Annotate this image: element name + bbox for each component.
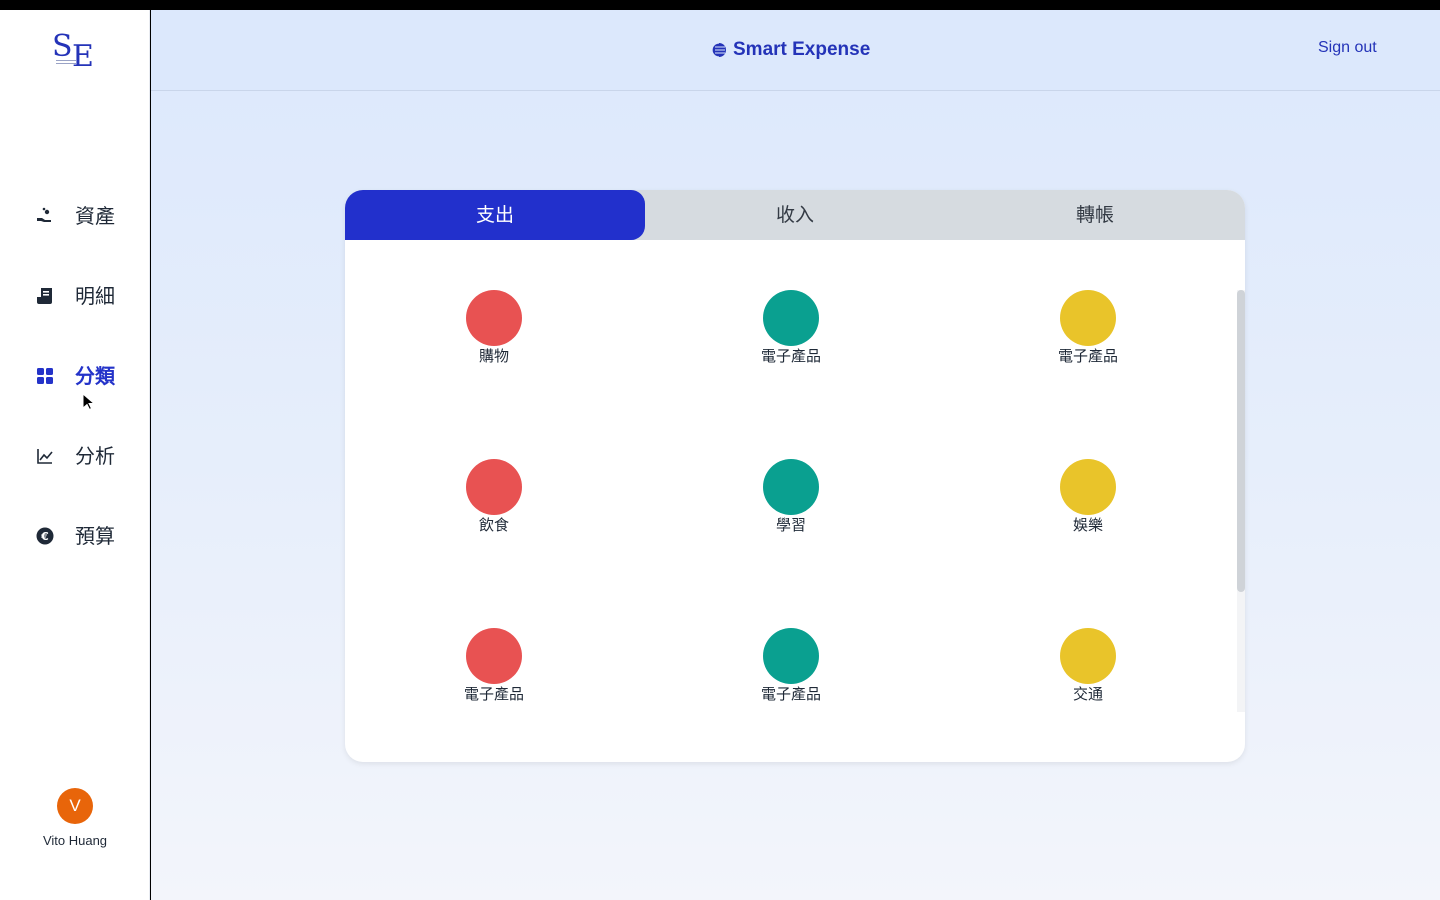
- category-name: 電子產品: [760, 347, 821, 365]
- brand-name: Smart Expense: [733, 39, 871, 60]
- category-item[interactable]: 娛樂: [1028, 459, 1148, 539]
- category-color-dot: [1060, 459, 1116, 515]
- app-logo[interactable]: S E: [52, 32, 98, 74]
- category-card: 支出 收入 轉帳 購物 電子產品 電子產品 飲食 學習 娛樂 電子產品 電子產品…: [345, 190, 1245, 762]
- scrollbar-thumb[interactable]: [1237, 290, 1245, 592]
- tab-transfer[interactable]: 轉帳: [945, 190, 1245, 240]
- sidebar-item-label: 明細: [75, 284, 115, 308]
- grid-icon: [35, 366, 55, 386]
- sidebar-item-label: 預算: [75, 524, 115, 548]
- category-grid: 購物 電子產品 電子產品 飲食 學習 娛樂 電子產品 電子產品 交通: [345, 240, 1235, 712]
- tab-expense[interactable]: 支出: [345, 190, 645, 240]
- sidebar-item-details[interactable]: 明細: [0, 276, 150, 316]
- category-name: 電子產品: [760, 685, 821, 703]
- hand-coins-icon: [35, 206, 55, 226]
- category-item[interactable]: 購物: [434, 290, 554, 370]
- logo-letter-s: S: [52, 29, 73, 64]
- category-color-dot: [763, 628, 819, 684]
- category-name: 學習: [775, 516, 806, 534]
- euro-coin-icon: €: [35, 526, 55, 546]
- category-color-dot: [763, 459, 819, 515]
- tab-income[interactable]: 收入: [645, 190, 945, 240]
- sidebar-item-analysis[interactable]: 分析: [0, 436, 150, 476]
- category-item[interactable]: 電子產品: [731, 290, 851, 370]
- category-color-dot: [763, 290, 819, 346]
- logo-tagline-mark: [56, 60, 76, 64]
- sidebar-item-assets[interactable]: 資產: [0, 196, 150, 236]
- sidebar-item-label: 資產: [75, 204, 115, 228]
- category-name: 娛樂: [1072, 516, 1103, 534]
- sign-out-link[interactable]: Sign out: [1318, 39, 1377, 57]
- brand-logo-icon: [711, 42, 726, 58]
- type-tabs: 支出 收入 轉帳: [345, 190, 1245, 240]
- logo-letter-e: E: [72, 39, 94, 74]
- window-top-bar: [0, 0, 1440, 10]
- line-chart-icon: [35, 446, 55, 466]
- receipt-icon: [35, 286, 55, 306]
- main-area: Smart Expense Sign out 支出 收入 轉帳 購物 電子產品 …: [151, 10, 1440, 900]
- sidebar-item-label: 分析: [75, 444, 115, 468]
- sidebar-item-label: 分類: [75, 364, 115, 388]
- sidebar-item-budget[interactable]: € 預算: [0, 516, 150, 556]
- header: Smart Expense Sign out: [151, 10, 1440, 91]
- sidebar: S E 資產 明細 分類 分析 € 預算 V Vito Huang: [0, 10, 150, 900]
- category-item[interactable]: 交通: [1028, 628, 1148, 708]
- category-color-dot: [466, 290, 522, 346]
- category-name: 飲食: [478, 516, 509, 534]
- brand[interactable]: Smart Expense: [711, 37, 870, 63]
- category-color-dot: [1060, 628, 1116, 684]
- sidebar-item-categories[interactable]: 分類: [0, 356, 150, 396]
- category-item[interactable]: 電子產品: [731, 628, 851, 708]
- user-name: Vito Huang: [42, 833, 108, 848]
- mouse-cursor-icon: [82, 393, 94, 411]
- category-name: 購物: [478, 347, 509, 365]
- category-name: 交通: [1072, 685, 1103, 703]
- avatar[interactable]: V: [57, 788, 93, 824]
- category-item[interactable]: 電子產品: [434, 628, 554, 708]
- category-color-dot: [1060, 290, 1116, 346]
- svg-text:€: €: [40, 530, 49, 543]
- category-item[interactable]: 學習: [731, 459, 851, 539]
- category-item[interactable]: 飲食: [434, 459, 554, 539]
- category-name: 電子產品: [463, 685, 524, 703]
- category-item[interactable]: 電子產品: [1028, 290, 1148, 370]
- category-color-dot: [466, 459, 522, 515]
- category-name: 電子產品: [1057, 347, 1118, 365]
- category-color-dot: [466, 628, 522, 684]
